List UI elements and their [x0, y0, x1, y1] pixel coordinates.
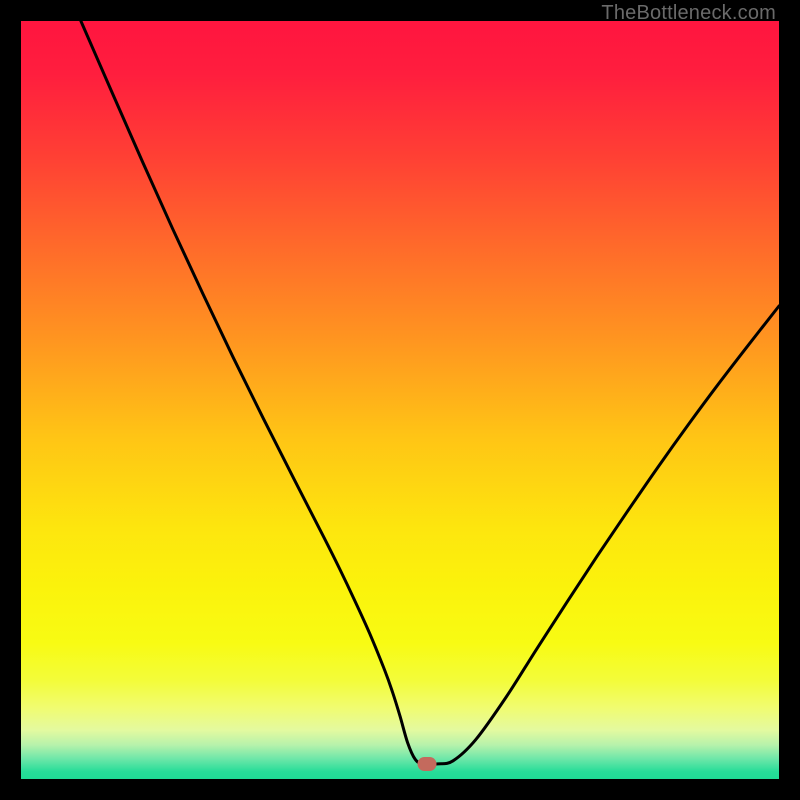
plot-area: [21, 21, 779, 779]
chart-frame: TheBottleneck.com: [0, 0, 800, 800]
bottleneck-curve: [81, 21, 779, 764]
optimal-point-marker: [417, 757, 436, 771]
watermark-text: TheBottleneck.com: [601, 2, 776, 25]
curve-layer: [21, 21, 779, 779]
